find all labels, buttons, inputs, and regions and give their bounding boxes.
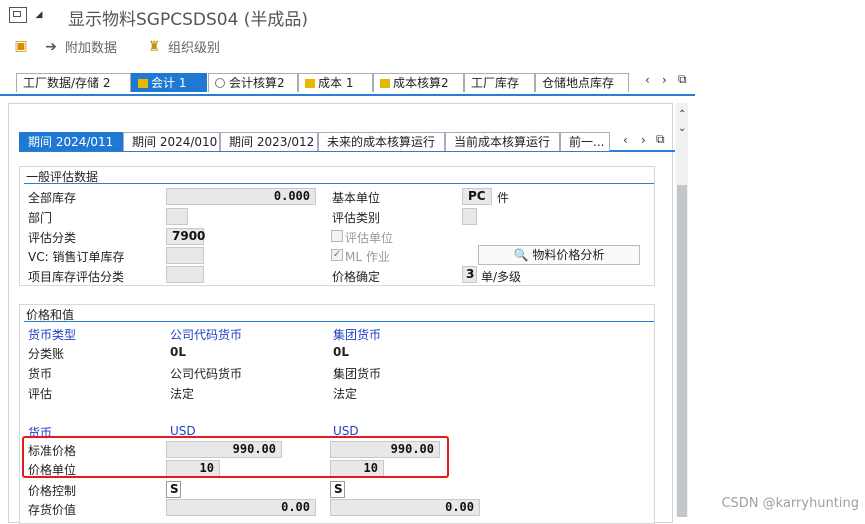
status-icon — [215, 78, 225, 88]
project-stock-valuation-field[interactable] — [166, 266, 204, 283]
scroll-up-icon[interactable]: ⌃ — [678, 109, 686, 120]
tab-label: 期间 2024/010 — [132, 135, 218, 149]
group-divider — [24, 321, 654, 322]
currency-type-label: 货币类型 — [28, 328, 77, 342]
tab-storage-location-stock[interactable]: 仓储地点库存 — [535, 73, 629, 92]
window-title: 显示物料SGPCSDS04 (半成品) — [68, 10, 309, 30]
tab-label: 期间 2024/011 — [28, 135, 114, 149]
tab-label: 会计 1 — [151, 76, 187, 90]
tab-label: 仓储地点库存 — [542, 76, 615, 90]
valuation-category-field[interactable] — [462, 208, 477, 225]
base-unit-text: 件 — [497, 191, 510, 205]
tab-list-icon[interactable]: ⧉ — [678, 72, 687, 87]
tab-plant-data-storage-2[interactable]: 工厂数据/存储 2 — [16, 73, 131, 92]
total-stock-field[interactable]: 0.000 — [166, 188, 316, 205]
org-levels-label: 组织级别 — [168, 41, 221, 56]
price-control-field-group[interactable]: S — [330, 481, 345, 498]
material-switch-icon: ▣ — [14, 38, 28, 54]
division-field[interactable] — [166, 208, 188, 225]
division-label: 部门 — [28, 211, 53, 225]
ml-active-label: ML 作业 — [345, 250, 390, 264]
valuation-label: 评估 — [28, 387, 53, 401]
org-levels-button[interactable]: ♜ 组织级别 — [145, 37, 221, 57]
tab-costing-2[interactable]: 成本核算2 — [373, 73, 464, 92]
watermark: CSDN @karryhunting — [721, 496, 859, 511]
valuation-value-group: 法定 — [333, 387, 358, 401]
tab-plant-stock[interactable]: 工厂库存 — [464, 73, 535, 92]
tab-period-2024-011[interactable]: 期间 2024/011 — [19, 132, 123, 151]
price-control-label: 价格控制 — [28, 484, 77, 498]
tab-period-2023-012[interactable]: 期间 2023/012 — [220, 132, 318, 151]
vc-sales-order-stock-field[interactable] — [166, 247, 204, 264]
tab-label: 工厂库存 — [471, 76, 520, 90]
valuation-class-label: 评估分类 — [28, 231, 77, 245]
chevron-right-icon[interactable]: › — [641, 133, 646, 147]
material-price-analysis-button[interactable]: 🔍 物料价格分析 — [478, 245, 640, 265]
folder-icon — [380, 79, 390, 88]
valuation-value-company: 法定 — [170, 387, 195, 401]
group-divider — [24, 183, 654, 184]
price-determination-field[interactable]: 3 — [462, 266, 477, 283]
currency-value-company: 公司代码货币 — [170, 367, 243, 381]
arrow-right-icon: ➔ — [45, 38, 57, 55]
ledger-value-company: 0L — [170, 345, 186, 359]
tab-previous-costing[interactable]: 前一... — [560, 132, 610, 151]
vc-sales-order-stock-label: VC: 销售订单库存 — [28, 250, 125, 264]
chevron-left-icon[interactable]: ‹ — [645, 73, 650, 87]
ledger-label: 分类账 — [28, 347, 65, 361]
valuation-category-label: 评估类别 — [332, 211, 381, 225]
tab-label: 成本 1 — [318, 76, 354, 90]
chevron-down-icon[interactable]: ◢ — [32, 8, 46, 22]
chevron-left-icon[interactable]: ‹ — [623, 133, 628, 147]
scrollbar-thumb[interactable] — [677, 185, 687, 517]
currency-label: 货币 — [28, 367, 53, 381]
toolbar — [0, 32, 865, 62]
ledger-value-group: 0L — [333, 345, 349, 359]
other-material-button[interactable]: ▣ — [12, 37, 30, 55]
tab-label: 会计核算2 — [229, 76, 285, 90]
tab-current-costing-run[interactable]: 当前成本核算运行 — [445, 132, 560, 151]
project-stock-valuation-label: 项目库存评估分类 — [28, 270, 125, 284]
tab-period-2024-010[interactable]: 期间 2024/010 — [123, 132, 220, 151]
inventory-value-label: 存货价值 — [28, 503, 77, 517]
valuated-unit-label: 评估单位 — [345, 231, 394, 245]
scroll-down-icon[interactable]: ⌄ — [678, 123, 686, 134]
price-determination-text: 单/多级 — [481, 270, 522, 284]
inventory-value-field-group[interactable]: 0.00 — [330, 499, 480, 516]
price-control-field-company[interactable]: S — [166, 481, 181, 498]
tab-label: 工厂数据/存储 2 — [23, 76, 111, 90]
screen-icon[interactable] — [9, 7, 27, 23]
tab-label: 未来的成本核算运行 — [327, 135, 436, 149]
tab-costing-1[interactable]: 成本 1 — [298, 73, 373, 92]
tab-future-costing-run[interactable]: 未来的成本核算运行 — [318, 132, 445, 151]
magnifier-icon: 🔍 — [513, 248, 529, 262]
ml-active-checkbox[interactable]: ✓ — [331, 249, 343, 261]
valuation-class-field[interactable]: 7900 — [166, 228, 205, 245]
valuated-unit-checkbox[interactable] — [331, 230, 343, 242]
base-unit-label: 基本单位 — [332, 191, 381, 205]
chevron-right-icon[interactable]: › — [662, 73, 667, 87]
inventory-value-field-company[interactable]: 0.00 — [166, 499, 316, 516]
folder-icon — [138, 79, 148, 88]
folder-icon — [305, 79, 315, 88]
highlight-box — [22, 436, 449, 478]
base-unit-field[interactable]: PC — [462, 188, 492, 205]
org-structure-icon: ♜ — [147, 38, 161, 55]
tab-label: 成本核算2 — [393, 76, 449, 90]
tab-accounting-2[interactable]: 会计核算2 — [208, 73, 298, 92]
tab-list-icon[interactable]: ⧉ — [656, 132, 665, 147]
tab-accounting-1[interactable]: 会计 1 — [131, 73, 207, 92]
tab-label: 当前成本核算运行 — [454, 135, 551, 149]
additional-data-label: 附加数据 — [65, 41, 118, 56]
company-code-currency-header: 公司代码货币 — [170, 328, 243, 342]
tab-label: 期间 2023/012 — [229, 135, 315, 149]
analysis-button-label: 物料价格分析 — [532, 248, 605, 262]
tab-label: 前一... — [569, 135, 605, 149]
total-stock-label: 全部库存 — [28, 191, 77, 205]
price-determination-label: 价格确定 — [332, 270, 381, 284]
group-currency-header: 集团货币 — [333, 328, 382, 342]
additional-data-button[interactable]: ➔ 附加数据 — [42, 37, 118, 57]
currency-value-group: 集团货币 — [333, 367, 382, 381]
